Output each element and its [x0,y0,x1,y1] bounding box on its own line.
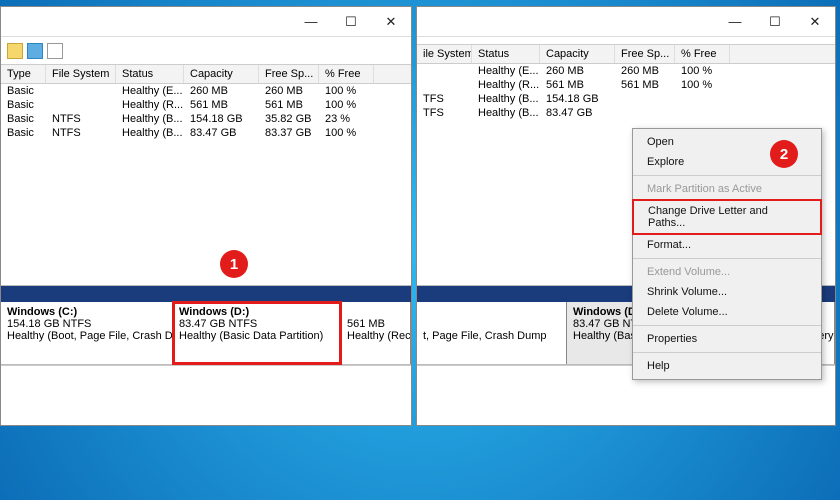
table-row[interactable]: Basic NTFS Healthy (B... 83.47 GB 83.37 … [1,126,411,140]
disk-graphic: Windows (C:) 154.18 GB NTFS Healthy (Boo… [1,285,411,365]
refresh-icon[interactable] [7,43,23,59]
minimize-button[interactable]: — [291,8,331,36]
menu-properties[interactable]: Properties [633,329,821,349]
volume-name: Windows (D:) [179,306,334,318]
titlebar: — ☐ ✕ [417,7,835,37]
menu-extend-volume: Extend Volume... [633,262,821,282]
context-menu: Open Explore Mark Partition as Active Ch… [632,128,822,380]
view-icon[interactable] [47,43,63,59]
table-row[interactable]: Basic Healthy (R... 561 MB 561 MB 100 % [1,98,411,112]
menu-format[interactable]: Format... [633,235,821,255]
empty-area [1,140,411,285]
col-capacity[interactable]: Capacity [184,65,259,83]
col-percentfree[interactable]: % Free [675,45,730,63]
annotation-badge-2: 2 [770,140,798,168]
volume-state: Healthy (Recovery [347,330,404,342]
menu-mark-active: Mark Partition as Active [633,179,821,199]
disk-management-window-left: — ☐ ✕ Type File System Status Capacity F… [0,6,412,426]
volume-list-header: Type File System Status Capacity Free Sp… [1,65,411,84]
close-button[interactable]: ✕ [795,8,835,36]
table-row[interactable]: TFS Healthy (B... 83.47 GB [417,106,835,120]
menu-change-drive-letter[interactable]: Change Drive Letter and Paths... [632,199,822,235]
volume-size: 83.47 GB NTFS [179,318,334,330]
toolbar [1,37,411,65]
col-status[interactable]: Status [116,65,184,83]
maximize-button[interactable]: ☐ [755,8,795,36]
annotation-badge-1: 1 [220,250,248,278]
menu-delete-volume[interactable]: Delete Volume... [633,302,821,322]
strip-header [1,286,411,302]
col-status[interactable]: Status [472,45,540,63]
footer-area [1,365,411,425]
col-filesystem[interactable]: ile System [417,45,472,63]
rescan-icon[interactable] [27,43,43,59]
volume-size: 561 MB [347,318,404,330]
col-type[interactable]: Type [1,65,46,83]
toolbar [417,37,835,45]
close-button[interactable]: ✕ [371,8,411,36]
titlebar: — ☐ ✕ [1,7,411,37]
table-row[interactable]: Healthy (E... 260 MB 260 MB 100 % [417,64,835,78]
volume-c[interactable]: Windows (C:) 154.18 GB NTFS Healthy (Boo… [1,302,173,364]
menu-help[interactable]: Help [633,356,821,376]
volume-list: Basic Healthy (E... 260 MB 260 MB 100 % … [1,84,411,140]
volume-size: 154.18 GB NTFS [7,318,166,330]
volume-list: Healthy (E... 260 MB 260 MB 100 % Health… [417,64,835,120]
volume-d[interactable]: Windows (D:) 83.47 GB NTFS Healthy (Basi… [173,302,341,364]
col-freespace[interactable]: Free Sp... [615,45,675,63]
volume-state: Healthy (Basic Data Partition) [179,330,334,342]
table-row[interactable]: TFS Healthy (B... 154.18 GB [417,92,835,106]
volume-recovery[interactable]: 561 MB Healthy (Recovery [341,302,411,364]
menu-shrink-volume[interactable]: Shrink Volume... [633,282,821,302]
volume-c[interactable]: t, Page File, Crash Dump [417,302,567,364]
table-row[interactable]: Basic NTFS Healthy (B... 154.18 GB 35.82… [1,112,411,126]
volume-name: Windows (C:) [7,306,166,318]
minimize-button[interactable]: — [715,8,755,36]
col-capacity[interactable]: Capacity [540,45,615,63]
volume-state: t, Page File, Crash Dump [423,330,560,342]
table-row[interactable]: Basic Healthy (E... 260 MB 260 MB 100 % [1,84,411,98]
volume-name [347,306,404,318]
col-filesystem[interactable]: File System [46,65,116,83]
col-percentfree[interactable]: % Free [319,65,374,83]
volume-state: Healthy (Boot, Page File, Crash Dump [7,330,166,342]
table-row[interactable]: Healthy (R... 561 MB 561 MB 100 % [417,78,835,92]
volume-list-header: ile System Status Capacity Free Sp... % … [417,45,835,64]
col-freespace[interactable]: Free Sp... [259,65,319,83]
maximize-button[interactable]: ☐ [331,8,371,36]
